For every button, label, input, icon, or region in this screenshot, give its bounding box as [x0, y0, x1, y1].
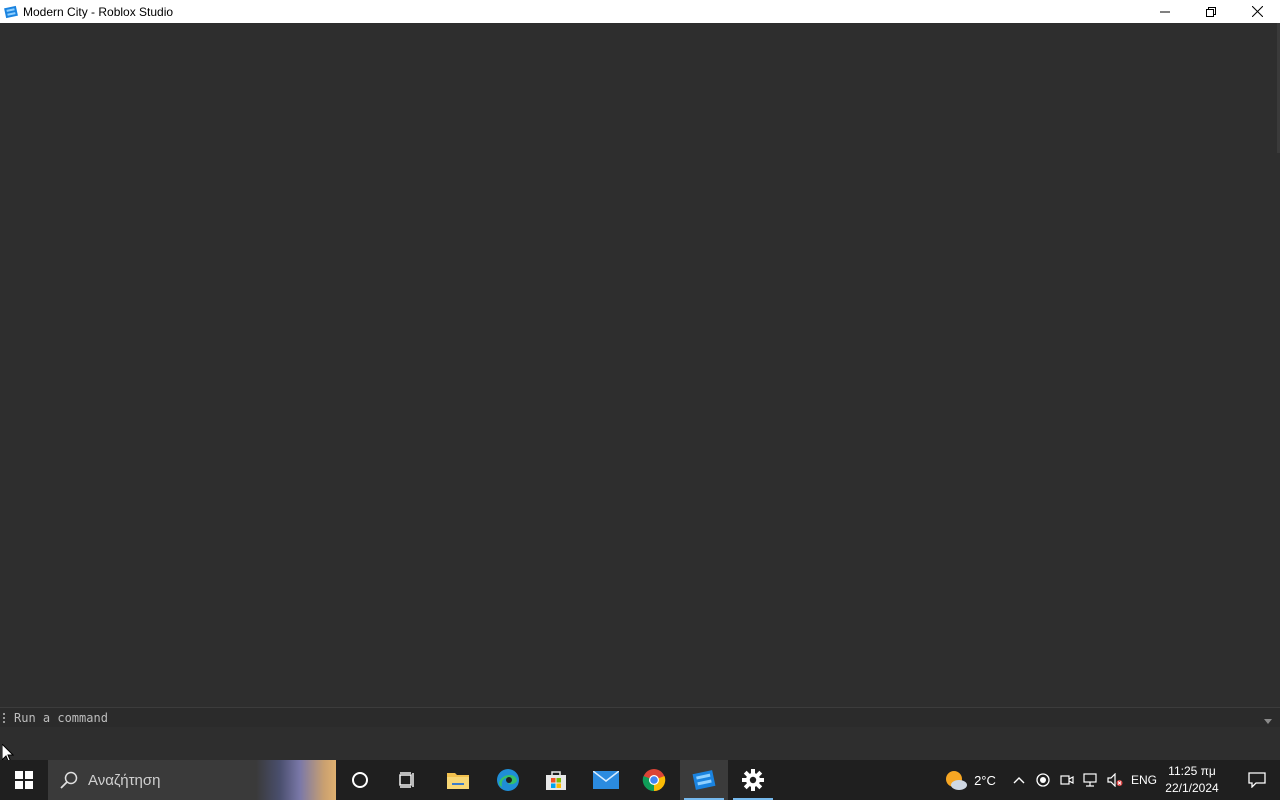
- meet-now-icon: [1060, 775, 1074, 785]
- taskbar-search-box[interactable]: Αναζήτηση: [48, 760, 336, 800]
- volume-muted-icon: [1107, 773, 1123, 787]
- restore-button[interactable]: [1188, 0, 1234, 23]
- task-view-icon: [399, 772, 414, 788]
- gear-icon: [742, 769, 764, 791]
- tray-volume-button[interactable]: [1104, 760, 1126, 800]
- notification-icon: [1248, 772, 1266, 788]
- roblox-studio-icon: [4, 5, 18, 19]
- clock-date: 22/1/2024: [1165, 781, 1219, 795]
- action-center-button[interactable]: [1234, 760, 1280, 800]
- weather-widget[interactable]: 2°C: [940, 760, 1000, 800]
- tray-meet-button[interactable]: [1056, 760, 1078, 800]
- taskbar-clock[interactable]: 11:25 πμ 22/1/2024: [1162, 763, 1222, 797]
- microsoft-store-button[interactable]: [532, 760, 580, 800]
- drag-handle-icon[interactable]: [2, 712, 6, 723]
- minimize-icon: [1160, 11, 1170, 12]
- close-icon: [1251, 6, 1263, 17]
- search-placeholder: Αναζήτηση: [88, 771, 161, 789]
- cortana-button[interactable]: [336, 760, 384, 800]
- status-area: [0, 727, 1280, 760]
- tray-record-button[interactable]: [1032, 760, 1054, 800]
- file-explorer-button[interactable]: [434, 760, 482, 800]
- store-icon: [546, 771, 566, 790]
- windows-logo-icon: [15, 771, 33, 789]
- minimize-button[interactable]: [1142, 0, 1188, 23]
- roblox-studio-icon: [692, 770, 716, 790]
- restore-icon: [1206, 6, 1216, 17]
- command-input[interactable]: [14, 710, 1214, 725]
- search-icon: [60, 771, 78, 789]
- language-indicator[interactable]: ENG: [1130, 760, 1158, 800]
- chrome-button[interactable]: [630, 760, 678, 800]
- start-button[interactable]: [0, 760, 48, 800]
- folder-icon: [447, 773, 469, 789]
- window-titlebar: Modern City - Roblox Studio: [0, 0, 1280, 23]
- chrome-icon: [642, 769, 666, 792]
- record-icon: [1036, 773, 1050, 787]
- chevron-up-icon: [1013, 777, 1025, 784]
- settings-button[interactable]: [729, 760, 777, 800]
- studio-viewport[interactable]: [0, 23, 1280, 706]
- close-button[interactable]: [1234, 0, 1280, 23]
- language-label: ENG: [1130, 773, 1157, 787]
- command-bar: [0, 707, 1280, 728]
- clock-time: 11:25 πμ: [1168, 764, 1216, 778]
- search-highlight-image: [256, 760, 336, 800]
- weather-temperature: 2°C: [974, 772, 996, 788]
- show-hidden-icons-button[interactable]: [1008, 760, 1030, 800]
- window-title: Modern City - Roblox Studio: [23, 4, 174, 19]
- taskbar: Αναζήτηση 2°C ENG 11:25 πμ 22/1/2024: [0, 760, 1280, 800]
- edge-icon: [497, 769, 519, 791]
- task-view-button[interactable]: [384, 760, 432, 800]
- mail-icon: [593, 771, 619, 789]
- roblox-studio-taskbar-button[interactable]: [680, 760, 728, 800]
- network-icon: [1083, 773, 1097, 787]
- cortana-icon: [352, 772, 368, 788]
- tray-network-button[interactable]: [1080, 760, 1102, 800]
- window-controls: [1142, 0, 1280, 23]
- edge-button[interactable]: [484, 760, 532, 800]
- weather-sun-cloud-icon: [946, 771, 968, 790]
- mail-button[interactable]: [582, 760, 630, 800]
